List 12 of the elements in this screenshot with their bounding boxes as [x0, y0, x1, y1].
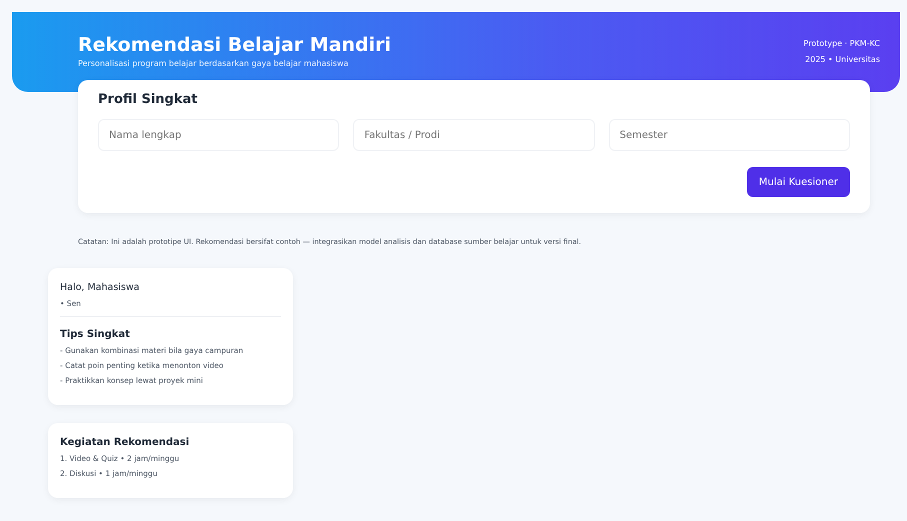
- app-subtitle: Personalisasi program belajar berdasarkan gaya belajar mahasiswa: [78, 59, 350, 68]
- input-field[interactable]: Fakultas / Prodi: [353, 119, 595, 151]
- greeting-text: Halo, Mahasiswa: [60, 282, 140, 293]
- input-field[interactable]: Semester: [608, 119, 850, 151]
- meta-text: Prototype · PKM-KC: [804, 38, 880, 50]
- meta-text: 2025 • Universitas: [804, 54, 880, 66]
- section-title: Kegiatan Rekomendasi: [60, 437, 190, 448]
- section-title: Tips Singkat: [60, 329, 131, 340]
- card-title: Profil Singkat: [98, 92, 198, 107]
- input-field[interactable]: Nama lengkap: [98, 119, 340, 151]
- start-button[interactable]: Mulai Kuesioner: [746, 167, 850, 197]
- app-title: Rekomendasi Belajar Mandiri: [78, 34, 392, 56]
